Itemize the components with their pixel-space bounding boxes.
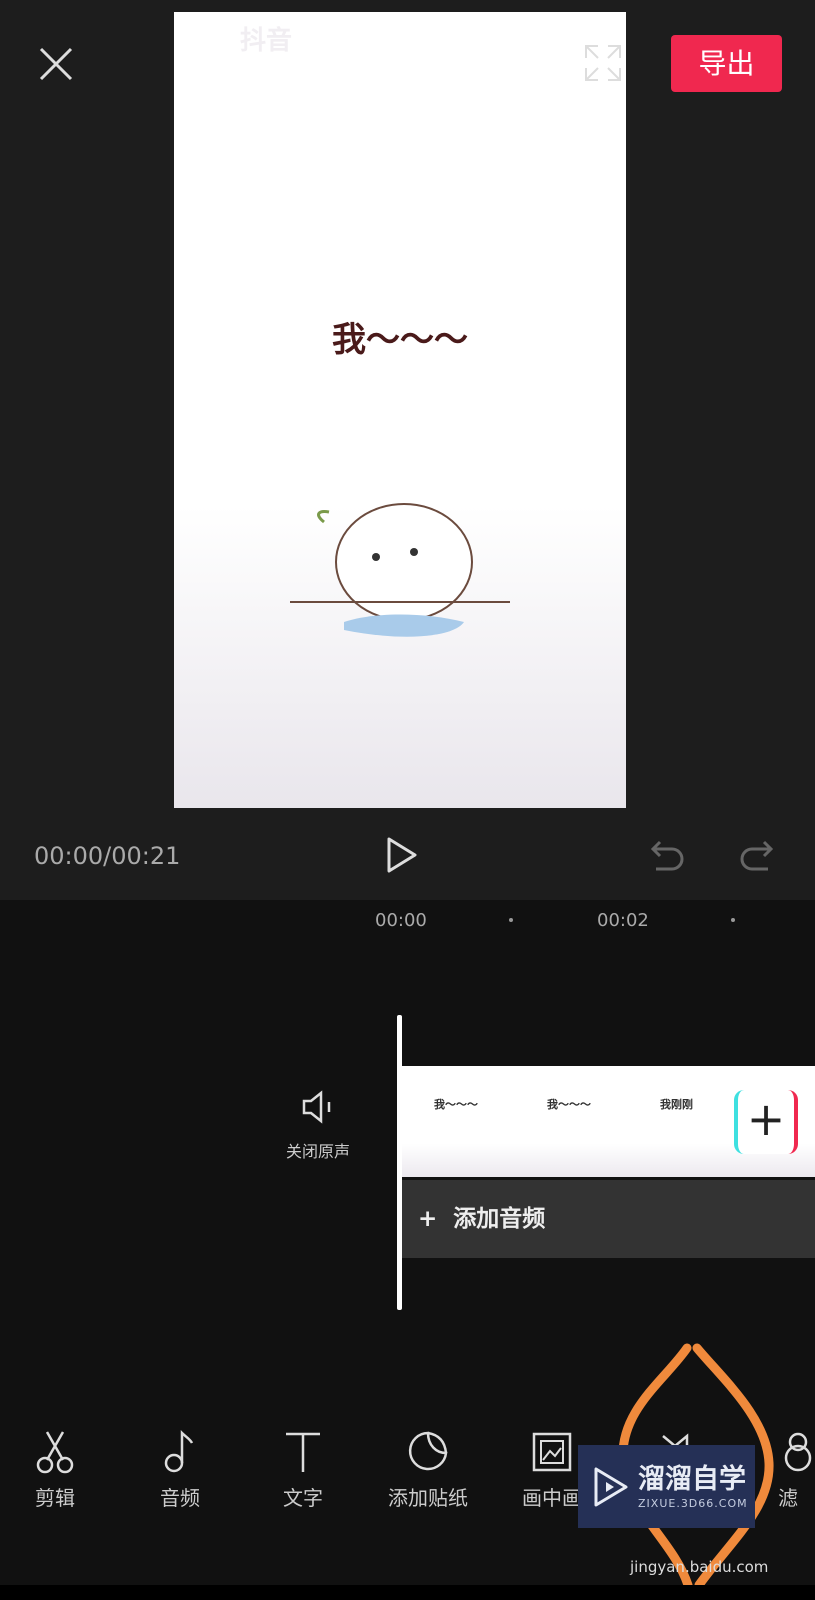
add-clip-button[interactable]: + bbox=[734, 1090, 798, 1154]
tool-label: 剪辑 bbox=[35, 1486, 75, 1510]
clip-frame: 我～～～ bbox=[402, 1066, 515, 1177]
frame-text: 我刚刚 bbox=[660, 1098, 693, 1111]
tool-sticker[interactable]: 添加贴纸 bbox=[373, 1430, 483, 1511]
play-icon[interactable] bbox=[385, 836, 419, 874]
close-icon[interactable] bbox=[38, 46, 74, 82]
redo-icon[interactable] bbox=[738, 838, 774, 872]
tiktok-watermark: 抖音 bbox=[240, 26, 293, 56]
bottom-bar bbox=[0, 1585, 815, 1600]
video-caption: 我～～～ bbox=[332, 320, 468, 360]
play-logo-icon bbox=[594, 1467, 628, 1507]
mute-original-button[interactable]: 关闭原声 bbox=[270, 1090, 366, 1162]
undo-icon[interactable] bbox=[650, 838, 686, 872]
speaker-icon bbox=[302, 1090, 331, 1124]
text-icon bbox=[286, 1432, 320, 1472]
clip-frame: 我刚刚 bbox=[628, 1066, 741, 1177]
zixue-watermark: 溜溜自学 ZIXUE.3D66.COM bbox=[578, 1445, 755, 1528]
ruler-tick: 00:02 bbox=[597, 910, 649, 931]
video-preview[interactable]: 抖音 我～～～ bbox=[174, 12, 626, 808]
frame-text: 我～～～ bbox=[547, 1098, 591, 1111]
tool-label: 音频 bbox=[160, 1486, 200, 1510]
plus-icon: + bbox=[418, 1206, 454, 1232]
clip-frame: 我～～～ bbox=[515, 1066, 628, 1177]
video-clip-track[interactable]: 我～～～ 我～～～ 我刚刚 + bbox=[402, 1066, 815, 1177]
ruler-dot bbox=[509, 918, 513, 922]
add-audio-button[interactable]: + 添加音频 bbox=[402, 1180, 815, 1258]
cartoon-character bbox=[290, 503, 510, 637]
music-note-icon bbox=[164, 1430, 194, 1473]
scissors-icon bbox=[36, 1431, 74, 1474]
sticker-icon bbox=[408, 1431, 448, 1471]
picture-in-picture-icon bbox=[532, 1432, 572, 1472]
timecode: 00:00/00:21 bbox=[34, 842, 181, 870]
ruler-dot bbox=[731, 918, 735, 922]
tool-audio[interactable]: 音频 bbox=[125, 1430, 235, 1511]
site-watermark: jingyan.baidu.com bbox=[630, 1558, 769, 1576]
watermark-brand: 溜溜自学 bbox=[638, 1464, 746, 1495]
frame-text: 我～～～ bbox=[434, 1098, 478, 1111]
tool-edit[interactable]: 剪辑 bbox=[0, 1430, 110, 1511]
tool-text[interactable]: 文字 bbox=[248, 1430, 358, 1511]
watermark-sub: ZIXUE.3D66.COM bbox=[638, 1497, 748, 1510]
tool-label: 添加贴纸 bbox=[388, 1486, 468, 1510]
add-audio-label: 添加音频 bbox=[453, 1206, 546, 1232]
mute-label: 关闭原声 bbox=[285, 1142, 350, 1161]
export-button[interactable]: 导出 bbox=[671, 35, 782, 92]
fullscreen-icon[interactable] bbox=[584, 44, 622, 82]
ruler-tick: 00:00 bbox=[375, 910, 427, 931]
playhead[interactable] bbox=[397, 1015, 402, 1310]
tool-label: 文字 bbox=[283, 1486, 323, 1510]
